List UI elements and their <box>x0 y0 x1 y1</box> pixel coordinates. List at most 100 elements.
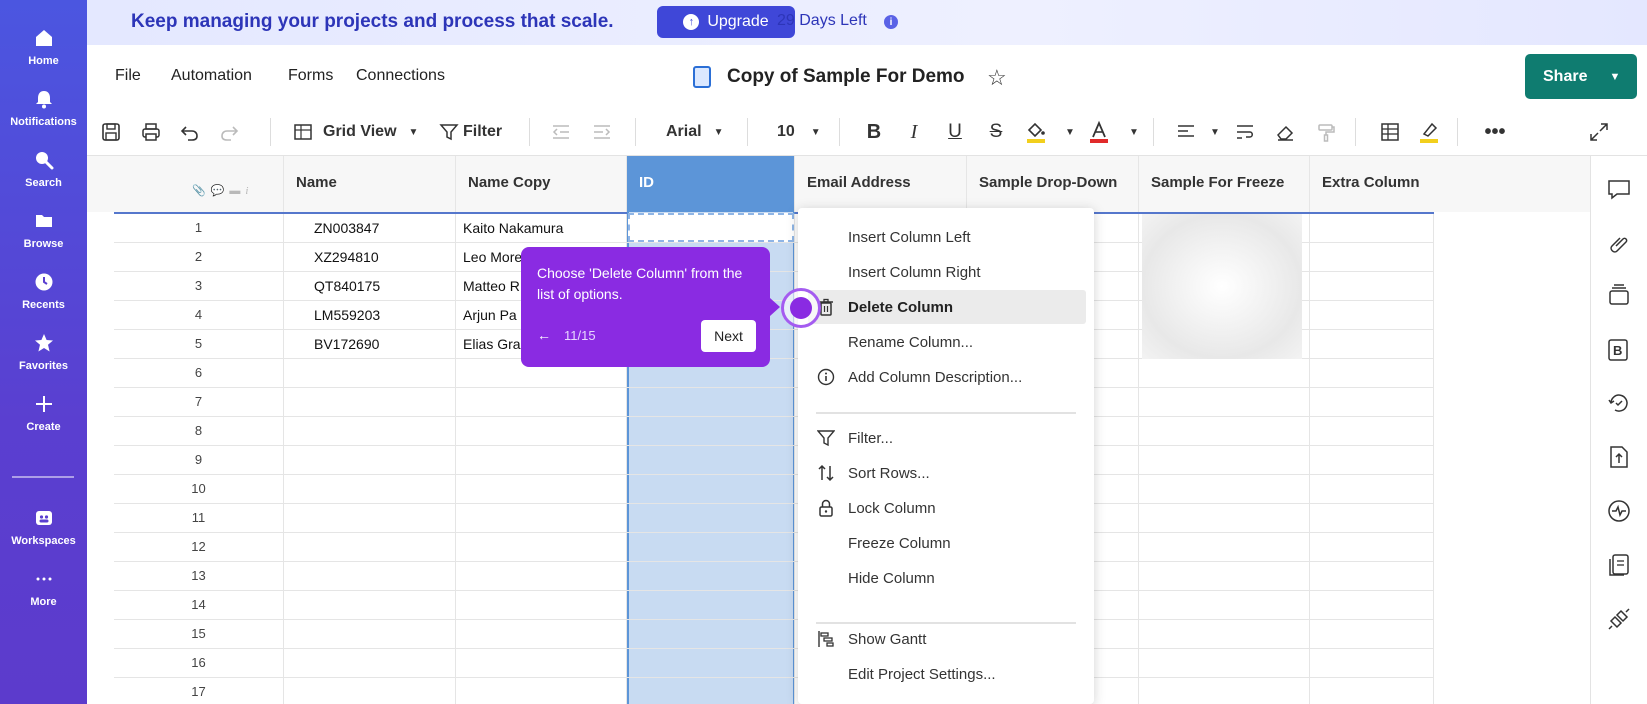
table-row[interactable]: 14 <box>114 591 1434 620</box>
save-icon[interactable] <box>99 118 123 146</box>
column-header-freeze[interactable]: Sample For Freeze <box>1139 156 1310 212</box>
info-icon[interactable]: i <box>884 15 898 29</box>
freeze-cell[interactable] <box>1139 620 1310 648</box>
extra-cell[interactable] <box>1310 620 1434 648</box>
strikethrough-icon[interactable]: S <box>984 118 1008 146</box>
menu-insert-column-right[interactable]: Insert Column Right <box>798 255 1094 289</box>
name-copy-cell[interactable] <box>456 533 627 561</box>
brandfolder-icon[interactable]: B <box>1606 337 1632 363</box>
table-row[interactable]: 9 <box>114 446 1434 475</box>
caret-down-icon[interactable]: ▼ <box>1063 118 1077 146</box>
print-icon[interactable] <box>139 118 163 146</box>
freeze-cell[interactable] <box>1139 649 1310 677</box>
freeze-cell[interactable] <box>1139 359 1310 387</box>
name-cell[interactable] <box>284 359 456 387</box>
freeze-cell[interactable] <box>1139 562 1310 590</box>
nav-more[interactable]: More <box>0 558 87 618</box>
name-copy-cell[interactable] <box>456 649 627 677</box>
name-cell[interactable] <box>284 475 456 503</box>
menu-freeze-column[interactable]: Freeze Column <box>798 526 1094 560</box>
proofs-icon[interactable] <box>1606 282 1632 308</box>
extra-cell[interactable] <box>1310 475 1434 503</box>
menu-rename-column[interactable]: Rename Column... <box>798 325 1094 359</box>
italic-icon[interactable]: I <box>902 118 926 146</box>
view-selector[interactable]: Grid View ▼ <box>293 118 418 146</box>
menu-lock-column[interactable]: Lock Column <box>798 491 1094 525</box>
name-cell[interactable] <box>284 678 456 704</box>
freeze-cell[interactable] <box>1139 533 1310 561</box>
name-copy-cell[interactable] <box>456 446 627 474</box>
freeze-cell[interactable] <box>1139 446 1310 474</box>
extra-cell[interactable] <box>1310 649 1434 677</box>
eraser-icon[interactable] <box>1273 118 1297 146</box>
table-row[interactable]: 16 <box>114 649 1434 678</box>
column-header-name[interactable]: Name <box>284 156 456 212</box>
nav-favorites[interactable]: Favorites <box>0 322 87 382</box>
id-cell[interactable] <box>627 475 795 503</box>
id-cell[interactable] <box>627 504 795 532</box>
extra-cell[interactable] <box>1310 272 1434 300</box>
freeze-cell[interactable] <box>1139 475 1310 503</box>
name-cell[interactable]: ZN003847 <box>284 214 456 242</box>
table-row[interactable]: 11 <box>114 504 1434 533</box>
name-copy-cell[interactable] <box>456 620 627 648</box>
font-size-selector[interactable]: 10 ▼ <box>777 118 821 146</box>
chevron-down-icon[interactable]: ▼ <box>1609 71 1620 83</box>
nav-recents[interactable]: Recents <box>0 261 87 321</box>
name-cell[interactable] <box>284 504 456 532</box>
format-painter-icon[interactable] <box>1314 118 1338 146</box>
name-cell[interactable] <box>284 533 456 561</box>
name-cell[interactable]: QT840175 <box>284 272 456 300</box>
more-options-icon[interactable]: ••• <box>1483 118 1507 146</box>
activity-log-icon[interactable] <box>1606 390 1632 416</box>
nav-workspaces[interactable]: Workspaces <box>0 497 87 557</box>
menu-connections[interactable]: Connections <box>356 67 445 85</box>
extra-cell[interactable] <box>1310 417 1434 445</box>
column-header-extra[interactable]: Extra Column <box>1310 156 1482 212</box>
name-copy-cell[interactable] <box>456 562 627 590</box>
extra-cell[interactable] <box>1310 243 1434 271</box>
name-copy-cell[interactable] <box>456 388 627 416</box>
column-header-drop-down[interactable]: Sample Drop-Down <box>967 156 1139 212</box>
table-row[interactable]: 6 <box>114 359 1434 388</box>
id-cell[interactable] <box>627 446 795 474</box>
column-header-id[interactable]: ID <box>627 156 795 212</box>
menu-automation[interactable]: Automation <box>171 67 252 85</box>
nav-notifications[interactable]: Notifications <box>0 78 87 138</box>
extra-cell[interactable] <box>1310 359 1434 387</box>
name-copy-cell[interactable]: Kaito Nakamura <box>456 214 627 242</box>
menu-add-column-description[interactable]: Add Column Description... <box>798 360 1094 394</box>
redo-icon[interactable] <box>217 118 241 146</box>
name-copy-cell[interactable] <box>456 417 627 445</box>
name-copy-cell[interactable] <box>456 504 627 532</box>
extra-cell[interactable] <box>1310 330 1434 358</box>
undo-icon[interactable] <box>178 118 202 146</box>
name-cell[interactable] <box>284 562 456 590</box>
id-cell[interactable] <box>627 591 795 619</box>
caret-down-icon[interactable]: ▼ <box>1127 118 1141 146</box>
table-row[interactable]: 12 <box>114 533 1434 562</box>
table-row[interactable]: 8 <box>114 417 1434 446</box>
menu-filter[interactable]: Filter... <box>798 421 1094 455</box>
column-header-email[interactable]: Email Address <box>795 156 967 212</box>
upgrade-button[interactable]: ↑ Upgrade <box>657 6 795 38</box>
summary-icon[interactable] <box>1606 498 1632 524</box>
nav-browse[interactable]: Browse <box>0 200 87 260</box>
table-row[interactable]: 10 <box>114 475 1434 504</box>
name-copy-cell[interactable] <box>456 591 627 619</box>
extra-cell[interactable] <box>1310 388 1434 416</box>
id-cell[interactable] <box>627 620 795 648</box>
table-row[interactable]: 7 <box>114 388 1434 417</box>
attachments-icon[interactable] <box>1606 230 1632 256</box>
name-cell[interactable]: LM559203 <box>284 301 456 329</box>
menu-show-gantt[interactable]: Show Gantt <box>798 622 1094 656</box>
table-row[interactable]: 13 <box>114 562 1434 591</box>
name-cell[interactable] <box>284 591 456 619</box>
freeze-cell[interactable] <box>1139 591 1310 619</box>
document-title[interactable]: Copy of Sample For Demo <box>727 66 965 88</box>
menu-forms[interactable]: Forms <box>288 67 333 85</box>
next-button[interactable]: Next <box>701 320 756 352</box>
highlight-icon[interactable] <box>1417 118 1441 146</box>
name-cell[interactable] <box>284 446 456 474</box>
menu-file[interactable]: File <box>115 67 141 85</box>
